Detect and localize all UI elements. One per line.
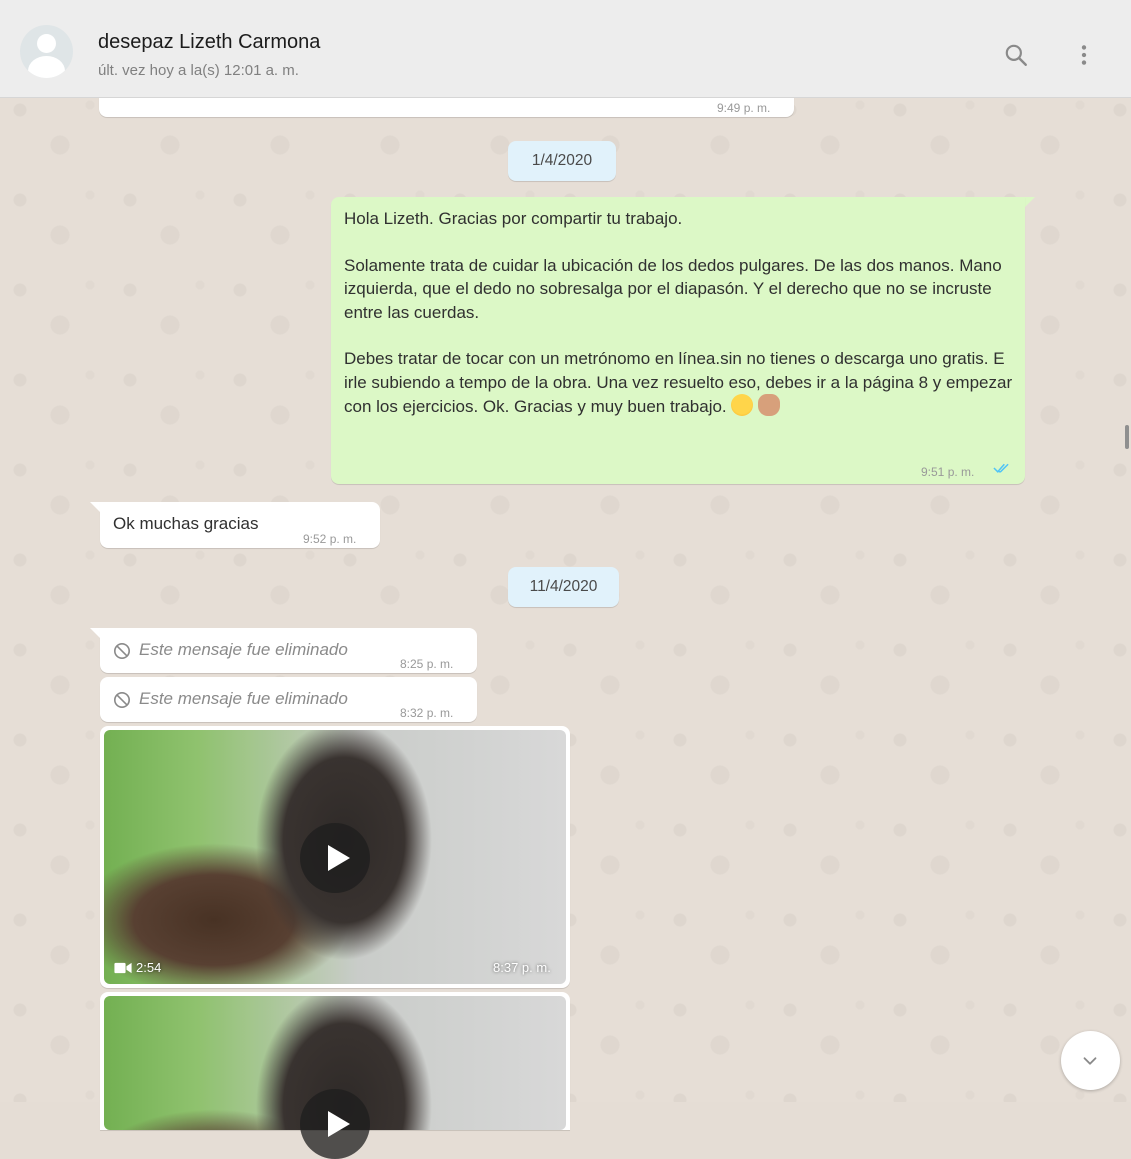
contact-name[interactable]: desepaz Lizeth Carmona <box>98 31 320 54</box>
message-paragraph: Hola Lizeth. Gracias por compartir tu tr… <box>344 209 683 228</box>
scrollbar-thumb[interactable] <box>1125 425 1129 449</box>
message-time: 8:25 p. m. <box>400 657 454 671</box>
bubble-tail <box>90 628 100 638</box>
message-bubble-outgoing[interactable]: Hola Lizeth. Gracias por compartir tu tr… <box>331 197 1025 484</box>
message-paragraph: Solamente trata de cuidar la ubicación d… <box>344 255 1002 322</box>
message-time: 8:37 p. m. <box>493 960 551 975</box>
bubble-tail <box>90 502 100 512</box>
kebab-menu-icon[interactable] <box>1071 42 1097 68</box>
avatar-body-shape <box>28 56 65 78</box>
last-seen-status: últ. vez hoy a la(s) 12:01 a. m. <box>98 62 299 79</box>
play-icon[interactable] <box>300 823 370 893</box>
message-time: 8:32 p. m. <box>400 706 454 720</box>
video-message[interactable]: 2:54 8:37 p. m. <box>100 726 570 988</box>
message-bubble-incoming[interactable]: Ok muchas gracias 9:52 p. m. <box>100 502 380 548</box>
deleted-message-text: Este mensaje fue eliminado <box>139 689 348 708</box>
prohibited-icon <box>113 642 131 660</box>
avatar-head-shape <box>37 34 56 53</box>
date-separator: 1/4/2020 <box>508 141 616 181</box>
date-separator: 11/4/2020 <box>508 567 619 607</box>
video-camera-icon <box>114 962 132 974</box>
message-time: 9:52 p. m. <box>303 532 357 546</box>
message-paragraph: Debes tratar de tocar con un metrónomo e… <box>344 347 1014 419</box>
grinning-face-emoji-icon <box>731 394 754 416</box>
message-paragraph-text: Debes tratar de tocar con un metrónomo e… <box>344 349 1013 416</box>
clapping-hands-emoji-icon <box>758 394 781 416</box>
message-bubble-deleted[interactable]: Este mensaje fue eliminado 8:32 p. m. <box>100 677 477 722</box>
message-bubble-deleted[interactable]: Este mensaje fue eliminado 8:25 p. m. <box>100 628 477 673</box>
message-time: 9:51 p. m. <box>921 465 975 479</box>
bubble-tail <box>1025 197 1035 207</box>
double-check-read-icon <box>993 463 1009 473</box>
chat-header: desepaz Lizeth Carmona últ. vez hoy a la… <box>0 0 1131 98</box>
chevron-down-icon <box>1083 1057 1097 1065</box>
search-icon[interactable] <box>1003 42 1029 68</box>
video-message[interactable] <box>100 992 570 1159</box>
message-time: 9:49 p. m. <box>717 101 771 115</box>
avatar[interactable] <box>20 25 73 78</box>
scroll-to-bottom-button[interactable] <box>1061 1031 1120 1090</box>
deleted-message-text: Este mensaje fue eliminado <box>139 640 348 659</box>
play-icon[interactable] <box>300 1089 370 1159</box>
message-text: Ok muchas gracias <box>113 514 259 533</box>
message-body: Hola Lizeth. Gracias por compartir tu tr… <box>344 207 1014 419</box>
video-duration: 2:54 <box>136 960 162 975</box>
prohibited-icon <box>113 691 131 709</box>
